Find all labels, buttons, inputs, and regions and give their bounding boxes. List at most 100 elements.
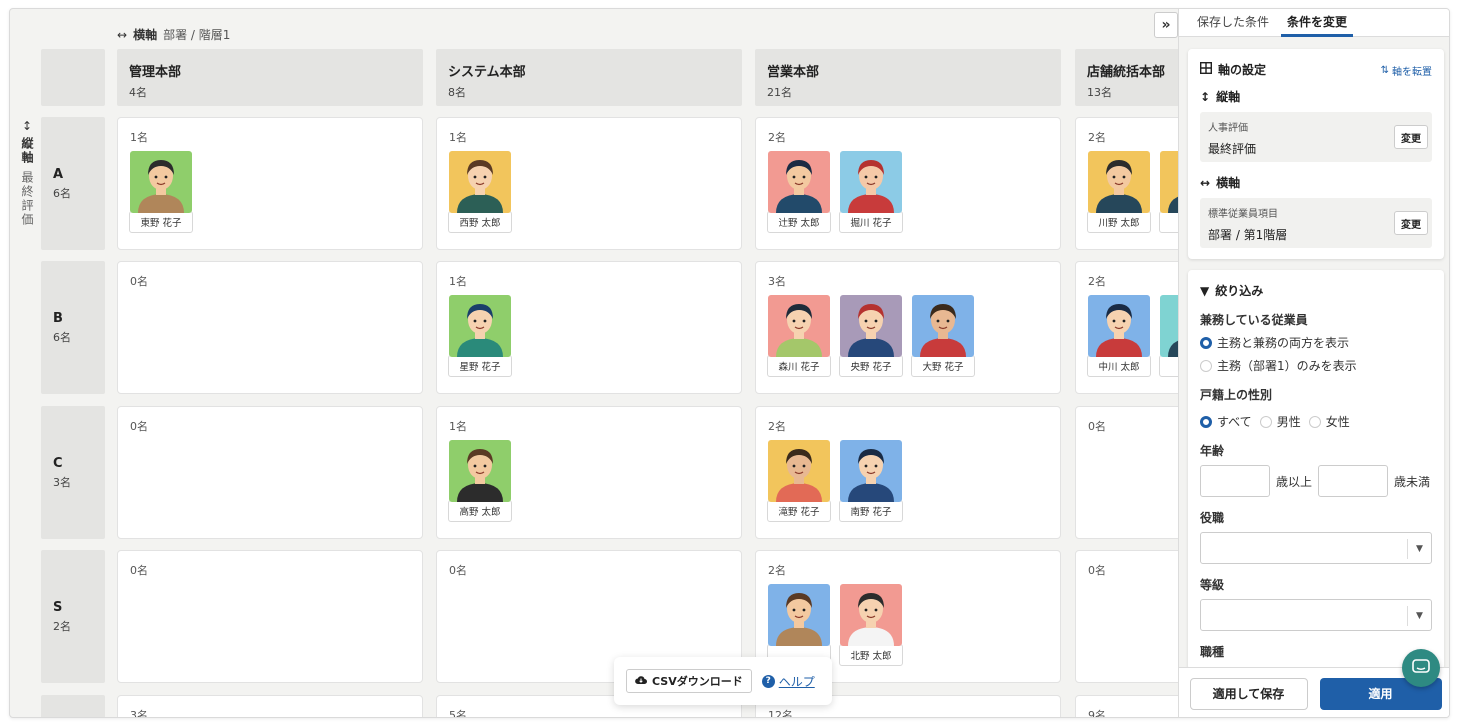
job-type-label: 職種 bbox=[1200, 645, 1225, 659]
gender-option-male[interactable]: 男性 bbox=[1259, 413, 1301, 430]
transpose-axis-link[interactable]: ⇅ 軸を転置 bbox=[1381, 63, 1432, 78]
employee-card[interactable]: 高野 太郎 bbox=[448, 440, 512, 522]
employee-cards: 辻野 太郎 掘川 花子 bbox=[767, 151, 1048, 233]
employee-cards: 東野 花子 bbox=[129, 151, 410, 233]
employee-name: 大野 花子 bbox=[911, 355, 975, 377]
employee-card[interactable]: 辻野 太郎 bbox=[767, 151, 831, 233]
help-label: ヘルプ bbox=[778, 674, 815, 689]
grid-corner bbox=[41, 49, 105, 106]
age-range-row: 歳以上 歳未満 bbox=[1200, 465, 1432, 497]
grid-cell[interactable]: 0名 bbox=[117, 406, 423, 539]
grade-select[interactable]: ▼ bbox=[1200, 599, 1432, 631]
employee-cards: 滝野 花子 南野 花子 bbox=[767, 440, 1048, 522]
gender-option-all[interactable]: すべて bbox=[1200, 413, 1252, 430]
cell-count: 0名 bbox=[130, 564, 148, 577]
csv-download-button[interactable]: CSVダウンロード bbox=[626, 669, 752, 693]
vertical-axis-heading: ↕ 縦軸 bbox=[1200, 88, 1432, 105]
concurrent-option-main-only[interactable]: 主務（部署1）のみを表示 bbox=[1200, 357, 1432, 374]
position-select[interactable]: ▼ bbox=[1200, 532, 1432, 564]
horizontal-arrow-icon: ↔ bbox=[1200, 175, 1211, 190]
age-from-suffix: 歳以上 bbox=[1276, 474, 1313, 489]
employee-avatar bbox=[449, 440, 511, 502]
grid-cell[interactable]: 1名 東野 花子 bbox=[117, 117, 423, 250]
horizontal-axis-selection: 部署 / 第1階層 bbox=[1208, 228, 1288, 242]
age-from-input[interactable] bbox=[1200, 465, 1270, 497]
tab-change-conditions[interactable]: 条件を変更 bbox=[1281, 9, 1354, 37]
employee-card[interactable]: 星野 花子 bbox=[448, 295, 512, 377]
cell-count: 2名 bbox=[768, 420, 786, 433]
concurrent-option-main-only-label: 主務（部署1）のみを表示 bbox=[1217, 359, 1357, 373]
table-grid-icon bbox=[1199, 61, 1213, 77]
employee-card[interactable]: 掘川 花子 bbox=[839, 151, 903, 233]
grid-cell[interactable]: 0名 bbox=[117, 550, 423, 683]
employee-card[interactable]: 央野 花子 bbox=[839, 295, 903, 377]
axis-settings-title-text: 軸の設定 bbox=[1218, 63, 1267, 77]
grid-cell[interactable]: 2名滝野 花子 南野 花子 bbox=[755, 406, 1061, 539]
apply-and-save-button[interactable]: 適用して保存 bbox=[1189, 677, 1308, 710]
row-header: A 6名 bbox=[41, 117, 105, 250]
grid-cell[interactable]: 1名 高野 太郎 bbox=[436, 406, 742, 539]
bottom-toolbar: CSVダウンロード ? ヘルプ bbox=[614, 657, 832, 705]
employee-avatar bbox=[449, 295, 511, 357]
grid-cell[interactable]: 3名森川 花子 央野 花子 大野 花子 bbox=[755, 261, 1061, 394]
column-header: 管理本部 4名 bbox=[117, 49, 423, 106]
employee-avatar bbox=[840, 151, 902, 213]
row-count: 2名 bbox=[53, 619, 71, 633]
radio-unselected[interactable] bbox=[1308, 415, 1321, 428]
employee-name: 北野 太郎 bbox=[839, 644, 903, 666]
grid-cell[interactable]: 1名 西野 太郎 bbox=[436, 117, 742, 250]
employee-card[interactable]: 大野 花子 bbox=[911, 295, 975, 377]
cell-count: 2名 bbox=[768, 131, 786, 144]
vertical-axis-box: 人事評価 最終評価 変更 bbox=[1200, 112, 1432, 162]
csv-download-label: CSVダウンロード bbox=[652, 675, 743, 688]
radio-unselected[interactable] bbox=[1200, 359, 1212, 372]
chat-button[interactable] bbox=[1402, 649, 1440, 687]
vertical-axis-selection: 最終評価 bbox=[1208, 142, 1257, 156]
employee-card[interactable]: 中川 太郎 bbox=[1087, 295, 1151, 377]
grid-cell[interactable]: 0名 bbox=[117, 261, 423, 394]
employee-name: 滝野 花子 bbox=[767, 500, 831, 522]
employee-card[interactable]: 川野 太郎 bbox=[1087, 151, 1151, 233]
employee-avatar bbox=[768, 151, 830, 213]
employee-card[interactable]: 西野 太郎 bbox=[448, 151, 512, 233]
vertical-arrow-icon: ↕ bbox=[1200, 89, 1211, 104]
employee-card[interactable]: 北野 太郎 bbox=[839, 584, 903, 666]
radio-unselected[interactable] bbox=[1259, 415, 1272, 428]
radio-selected[interactable] bbox=[1200, 336, 1212, 349]
grid-cell[interactable]: 1名 星野 花子 bbox=[436, 261, 742, 394]
employee-name: 辻野 太郎 bbox=[767, 211, 831, 233]
age-to-input[interactable] bbox=[1318, 465, 1389, 497]
row-header: B 6名 bbox=[41, 261, 105, 394]
grid-cell[interactable]: 2名辻野 太郎 掘川 花子 bbox=[755, 117, 1061, 250]
help-icon: ? bbox=[761, 674, 775, 688]
tab-saved-conditions[interactable]: 保存した条件 bbox=[1191, 9, 1275, 37]
chevron-down-icon: ▼ bbox=[1407, 539, 1431, 559]
employee-avatar bbox=[840, 440, 902, 502]
employee-card[interactable]: 滝野 花子 bbox=[767, 440, 831, 522]
cell-count: 0名 bbox=[130, 275, 148, 288]
employee-card[interactable]: 東野 花子 bbox=[129, 151, 193, 233]
concurrent-option-both-label: 主務と兼務の両方を表示 bbox=[1217, 336, 1350, 350]
cell-count: 3名 bbox=[130, 709, 148, 718]
change-vertical-axis-button[interactable]: 変更 bbox=[1394, 125, 1428, 149]
employee-avatar bbox=[768, 584, 830, 646]
transpose-label: 軸を転置 bbox=[1392, 67, 1432, 78]
employee-card[interactable]: 南野 花子 bbox=[839, 440, 903, 522]
horizontal-axis-box: 標準従業員項目 部署 / 第1階層 変更 bbox=[1200, 198, 1432, 248]
column-count: 8名 bbox=[448, 86, 466, 99]
employee-card[interactable]: 森川 花子 bbox=[767, 295, 831, 377]
collapse-panel-button[interactable]: » bbox=[1154, 12, 1178, 38]
row-count: 6名 bbox=[53, 186, 71, 200]
concurrent-option-both[interactable]: 主務と兼務の両方を表示 bbox=[1200, 334, 1432, 351]
radio-selected[interactable] bbox=[1200, 415, 1212, 428]
gender-option-female[interactable]: 女性 bbox=[1308, 413, 1350, 430]
cell-count: 3名 bbox=[768, 275, 786, 288]
employee-name: 高野 太郎 bbox=[448, 500, 512, 522]
help-link[interactable]: ? ヘルプ bbox=[761, 673, 815, 690]
filter-card: ▼ 絞り込み 兼務している従業員 主務と兼務の両方を表示 主務（部署1）のみを表… bbox=[1188, 270, 1444, 670]
employee-avatar bbox=[912, 295, 974, 357]
change-horizontal-axis-button[interactable]: 変更 bbox=[1394, 211, 1428, 235]
gender-option-female-label: 女性 bbox=[1325, 415, 1350, 429]
employee-name: 星野 花子 bbox=[448, 355, 512, 377]
employee-card[interactable] bbox=[767, 584, 831, 666]
